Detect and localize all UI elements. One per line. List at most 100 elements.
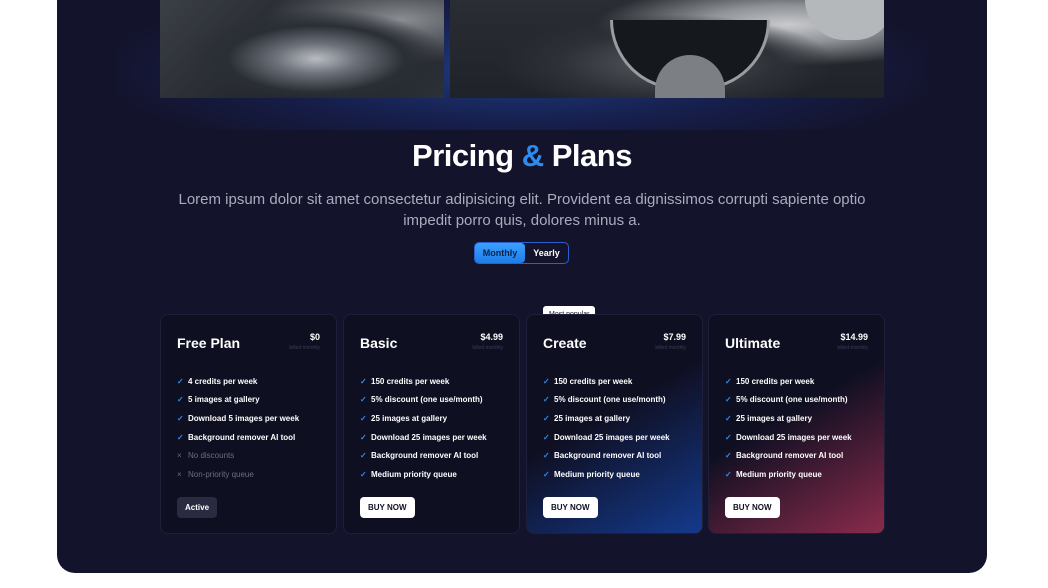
check-icon: ✓ [177, 395, 184, 405]
check-icon: ✓ [725, 413, 732, 423]
feature-list: ✓ 150 credits per week ✓ 5% discount (one … [360, 372, 487, 484]
check-icon: ✓ [360, 469, 367, 479]
feature-text: Download 5 images per week [188, 413, 300, 423]
feature-item: ✓ 25 images at gallery [360, 409, 487, 428]
feature-text: 25 images at gallery [736, 413, 813, 423]
feature-item: ✓ Medium priority queue [543, 465, 670, 484]
feature-text: Medium priority queue [554, 469, 640, 479]
toggle-monthly[interactable]: Monthly [475, 243, 525, 263]
feature-text: 5% discount (one use/month) [736, 395, 848, 405]
feature-item: ✓ Background remover AI tool [543, 446, 670, 465]
buy-now-button[interactable]: BUY NOW [360, 497, 415, 518]
plan-card-free: Free Plan $0 billed monthly ✓ 4 credits p… [160, 314, 337, 534]
feature-item: ✓ 4 credits per week [177, 372, 299, 391]
toggle-yearly[interactable]: Yearly [525, 243, 568, 263]
buy-now-button[interactable]: BUY NOW [725, 497, 780, 518]
x-icon: × [177, 451, 182, 461]
feature-item: ✓ Background remover AI tool [177, 428, 299, 447]
title-word-pricing: Pricing [412, 138, 514, 173]
feature-list: ✓ 150 credits per week ✓ 5% discount (one … [543, 372, 670, 484]
check-icon: ✓ [725, 432, 732, 442]
feature-text: Background remover AI tool [736, 451, 844, 461]
plan-price: $4.99 [480, 332, 503, 342]
plan-billed-note: billed monthly [655, 345, 686, 351]
check-icon: ✓ [543, 376, 550, 386]
feature-text: 4 credits per week [188, 376, 258, 386]
check-icon: ✓ [543, 469, 550, 479]
feature-text: 150 credits per week [371, 376, 450, 386]
pricing-panel: Pricing & Plans Lorem ipsum dolor sit am… [57, 0, 987, 573]
check-icon: ✓ [543, 451, 550, 461]
feature-item: ✓ Background remover AI tool [725, 446, 852, 465]
feature-item: ✓ Background remover AI tool [360, 446, 487, 465]
feature-item: ✓ 5 images at gallery [177, 391, 299, 410]
feature-text: 150 credits per week [554, 376, 633, 386]
plan-card-ultimate: Ultimate $14.99 billed monthly ✓ 150 cred… [708, 314, 885, 534]
feature-text: Medium priority queue [371, 469, 457, 479]
check-icon: ✓ [360, 413, 367, 423]
feature-text: No discounts [188, 451, 235, 461]
plan-billed-note: billed monthly [289, 345, 320, 351]
feature-item: × No discounts [177, 446, 299, 465]
check-icon: ✓ [360, 451, 367, 461]
feature-item: ✓ 5% discount (one use/month) [360, 391, 487, 410]
check-icon: ✓ [725, 469, 732, 479]
active-plan-button[interactable]: Active [177, 497, 218, 518]
title-ampersand: & [521, 138, 544, 173]
feature-text: Download 25 images per week [554, 432, 670, 442]
check-icon: ✓ [543, 395, 550, 405]
check-icon: ✓ [177, 376, 184, 386]
check-icon: ✓ [360, 376, 367, 386]
feature-item: ✓ 150 credits per week [360, 372, 487, 391]
buy-now-button[interactable]: BUY NOW [543, 497, 598, 518]
plan-name: Create [543, 335, 587, 351]
feature-item: ✓ Download 25 images per week [360, 428, 487, 447]
feature-text: Download 25 images per week [371, 432, 487, 442]
gallery-image-car[interactable] [160, 0, 444, 98]
check-icon: ✓ [725, 451, 732, 461]
feature-text: 5% discount (one use/month) [371, 395, 483, 405]
check-icon: ✓ [725, 395, 732, 405]
check-icon: ✓ [360, 432, 367, 442]
x-icon: × [177, 469, 182, 479]
feature-text: Medium priority queue [736, 469, 822, 479]
feature-item: ✓ 5% discount (one use/month) [725, 391, 852, 410]
dog-ear [805, 0, 884, 40]
feature-text: 5 images at gallery [188, 395, 260, 405]
feature-text: 5% discount (one use/month) [554, 395, 666, 405]
plan-name: Ultimate [725, 335, 781, 351]
gallery-image-dog[interactable] [450, 0, 884, 98]
feature-text: Background remover AI tool [188, 432, 296, 442]
plan-billed-note: billed monthly [837, 345, 868, 351]
page-title: Pricing & Plans [57, 138, 987, 174]
plan-card-basic: Basic $4.99 billed monthly ✓ 150 credits … [343, 314, 520, 534]
feature-item: ✓ Download 25 images per week [725, 428, 852, 447]
feature-text: 150 credits per week [736, 376, 815, 386]
plan-price: $14.99 [840, 332, 868, 342]
feature-text: 25 images at gallery [554, 413, 631, 423]
feature-item: ✓ Download 5 images per week [177, 409, 299, 428]
feature-item: ✓ 150 credits per week [725, 372, 852, 391]
title-word-plans: Plans [551, 138, 633, 173]
check-icon: ✓ [360, 395, 367, 405]
billing-toggle[interactable]: Monthly Yearly [474, 242, 569, 264]
feature-item: ✓ 25 images at gallery [725, 409, 852, 428]
plan-billed-note: billed monthly [472, 345, 503, 351]
plan-card-create: Create $7.99 billed monthly ✓ 150 credits… [526, 314, 703, 534]
check-icon: ✓ [177, 413, 184, 423]
feature-list: ✓ 4 credits per week ✓ 5 images at gallery… [177, 372, 299, 484]
check-icon: ✓ [543, 413, 550, 423]
check-icon: ✓ [725, 376, 732, 386]
page-subtitle: Lorem ipsum dolor sit amet consectetur a… [178, 191, 866, 229]
check-icon: ✓ [543, 432, 550, 442]
feature-item: ✓ Medium priority queue [360, 465, 487, 484]
plan-price: $7.99 [663, 332, 686, 342]
feature-item: ✓ 25 images at gallery [543, 409, 670, 428]
feature-item: ✓ Download 25 images per week [543, 428, 670, 447]
feature-item: × Non-priority queue [177, 465, 299, 484]
plan-price: $0 [309, 332, 320, 342]
feature-text: Non-priority queue [188, 469, 254, 479]
plan-name: Free Plan [177, 335, 241, 351]
feature-item: ✓ Medium priority queue [725, 465, 852, 484]
feature-text: Background remover AI tool [371, 451, 479, 461]
